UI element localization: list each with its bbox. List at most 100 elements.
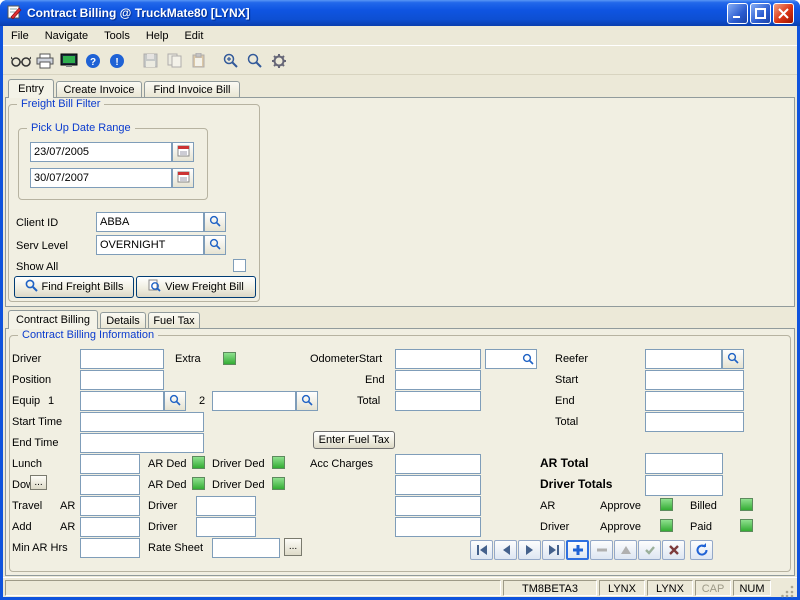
down-ar-ded-checkbox[interactable] — [192, 477, 205, 490]
acc-charges-input-2[interactable] — [395, 475, 481, 495]
info-icon[interactable]: ! — [105, 50, 129, 72]
nav-first-button[interactable] — [470, 540, 493, 560]
tab-create-invoice[interactable]: Create Invoice — [56, 81, 142, 98]
reefer-start-input[interactable] — [645, 370, 744, 390]
tab-entry[interactable]: Entry — [8, 79, 54, 98]
date-to-input[interactable]: 30/07/2007 — [30, 168, 172, 188]
serv-level-input[interactable]: OVERNIGHT — [96, 235, 204, 255]
menu-tools[interactable]: Tools — [96, 27, 138, 45]
odometer-lookup-field[interactable] — [485, 349, 537, 369]
odometer-start-input[interactable] — [395, 349, 481, 369]
date-from-calendar-button[interactable] — [172, 142, 194, 162]
nav-post-button[interactable] — [638, 540, 661, 560]
lunch-driver-ded-checkbox[interactable] — [272, 456, 285, 469]
odometer-total-input[interactable] — [395, 391, 481, 411]
maximize-button[interactable] — [750, 3, 771, 24]
min-ar-hrs-input[interactable] — [80, 538, 140, 558]
zoom-icon[interactable] — [243, 50, 267, 72]
travel-driver-input[interactable] — [196, 496, 256, 516]
driver-approve-checkbox[interactable] — [660, 519, 673, 532]
travel-ar-input[interactable] — [80, 496, 140, 516]
reefer-end-input[interactable] — [645, 391, 744, 411]
nav-cancel-button[interactable] — [662, 540, 685, 560]
nav-edit-button[interactable] — [614, 540, 637, 560]
menu-navigate[interactable]: Navigate — [37, 27, 96, 45]
menubar: File Navigate Tools Help Edit — [3, 26, 797, 46]
acc-charges-input-4[interactable] — [395, 517, 481, 537]
magnifier-icon — [209, 238, 221, 253]
date-to-calendar-button[interactable] — [172, 168, 194, 188]
ar-total-input[interactable] — [645, 453, 723, 474]
lunch-ar-ded-checkbox[interactable] — [192, 456, 205, 469]
menu-edit[interactable]: Edit — [176, 27, 211, 45]
terminal-icon[interactable] — [57, 50, 81, 72]
find-freight-bills-button[interactable]: Find Freight Bills — [14, 276, 134, 298]
position-input[interactable] — [80, 370, 164, 390]
date-from-input[interactable]: 23/07/2005 — [30, 142, 172, 162]
driver-input[interactable] — [80, 349, 164, 369]
view-freight-bill-button[interactable]: View Freight Bill — [136, 276, 256, 298]
down-driver-ded-checkbox[interactable] — [272, 477, 285, 490]
menu-help[interactable]: Help — [138, 27, 177, 45]
tab-details[interactable]: Details — [100, 312, 146, 329]
tab-find-invoice-bill[interactable]: Find Invoice Bill — [144, 81, 240, 98]
settings-gear-icon[interactable] — [267, 50, 291, 72]
driver-totals-input[interactable] — [645, 475, 723, 496]
driver-row-label: Driver — [540, 520, 569, 534]
reefer-input[interactable] — [645, 349, 722, 369]
nav-insert-button[interactable] — [566, 540, 589, 560]
client-id-input[interactable]: ABBA — [96, 212, 204, 232]
nav-refresh-button[interactable] — [690, 540, 713, 560]
show-all-checkbox[interactable] — [233, 259, 246, 272]
magnifier-icon[interactable] — [522, 353, 534, 368]
equip2-input[interactable] — [212, 391, 296, 411]
minimize-button[interactable] — [727, 3, 748, 24]
nav-next-button[interactable] — [518, 540, 541, 560]
help-icon[interactable]: ? — [81, 50, 105, 72]
start-time-input[interactable] — [80, 412, 204, 432]
reefer-lookup-button[interactable] — [722, 349, 744, 369]
reefer-label: Reefer — [555, 352, 588, 366]
driver-approve-label: Approve — [600, 520, 641, 534]
zoom-in-icon[interactable] — [219, 50, 243, 72]
close-button[interactable] — [773, 3, 794, 24]
acc-charges-input-1[interactable] — [395, 454, 481, 474]
reefer-total-input[interactable] — [645, 412, 744, 432]
add-driver-input[interactable] — [196, 517, 256, 537]
end-time-input[interactable] — [80, 433, 204, 453]
nav-last-button[interactable] — [542, 540, 565, 560]
nav-delete-button[interactable] — [590, 540, 613, 560]
rate-sheet-ellipsis-button[interactable]: ... — [284, 538, 302, 556]
down-ellipsis-button[interactable]: ... — [30, 475, 47, 490]
paid-checkbox[interactable] — [740, 519, 753, 532]
down-input[interactable] — [80, 475, 140, 495]
equip1-lookup-button[interactable] — [164, 391, 186, 411]
copy-icon[interactable] — [162, 50, 186, 72]
nav-prior-button[interactable] — [494, 540, 517, 560]
acc-charges-input-3[interactable] — [395, 496, 481, 516]
rate-sheet-input[interactable] — [212, 538, 280, 558]
magnifier-icon — [301, 394, 313, 409]
ar-approve-checkbox[interactable] — [660, 498, 673, 511]
client-id-lookup-button[interactable] — [204, 212, 226, 232]
equip2-lookup-button[interactable] — [296, 391, 318, 411]
extra-checkbox[interactable] — [223, 352, 236, 365]
menu-file[interactable]: File — [3, 27, 37, 45]
save-icon[interactable] — [138, 50, 162, 72]
app-icon[interactable] — [6, 4, 22, 23]
serv-level-lookup-button[interactable] — [204, 235, 226, 255]
button-label: Enter Fuel Tax — [319, 434, 390, 446]
paste-icon[interactable] — [186, 50, 210, 72]
print-icon[interactable] — [33, 50, 57, 72]
enter-fuel-tax-button[interactable]: Enter Fuel Tax — [313, 431, 395, 449]
lunch-input[interactable] — [80, 454, 140, 474]
view-glasses-icon[interactable] — [9, 50, 33, 72]
odometer-end-input[interactable] — [395, 370, 481, 390]
tab-fuel-tax[interactable]: Fuel Tax — [148, 312, 200, 329]
statusbar: TM8BETA3 LYNX LYNX CAP NUM — [3, 577, 797, 597]
tab-contract-billing[interactable]: Contract Billing — [8, 310, 98, 329]
billed-checkbox[interactable] — [740, 498, 753, 511]
add-ar-input[interactable] — [80, 517, 140, 537]
equip1-input[interactable] — [80, 391, 164, 411]
resize-grip[interactable] — [781, 584, 795, 600]
